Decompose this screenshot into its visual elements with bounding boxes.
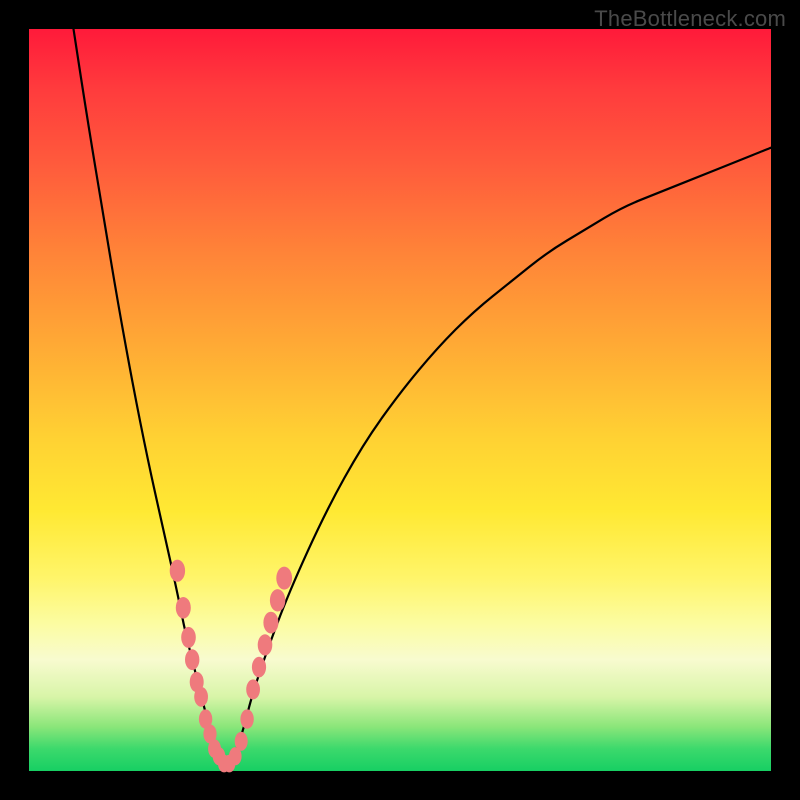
data-marker — [263, 612, 278, 634]
data-marker — [235, 732, 248, 751]
data-marker — [240, 709, 253, 728]
data-marker — [176, 597, 191, 619]
plot-area — [29, 29, 771, 771]
watermark-text: TheBottleneck.com — [594, 6, 786, 32]
data-marker — [276, 567, 292, 590]
data-marker — [170, 560, 185, 582]
data-marker — [185, 649, 199, 670]
chart-frame: TheBottleneck.com — [0, 0, 800, 800]
data-marker — [258, 634, 273, 655]
data-marker — [181, 627, 196, 648]
right-curve — [229, 148, 771, 764]
data-marker — [246, 679, 260, 699]
data-marker — [270, 589, 285, 611]
chart-svg — [29, 29, 771, 771]
marker-group — [170, 560, 292, 773]
curve-group — [74, 29, 772, 764]
left-curve — [74, 29, 222, 764]
data-marker — [194, 687, 208, 707]
data-marker — [252, 657, 266, 678]
